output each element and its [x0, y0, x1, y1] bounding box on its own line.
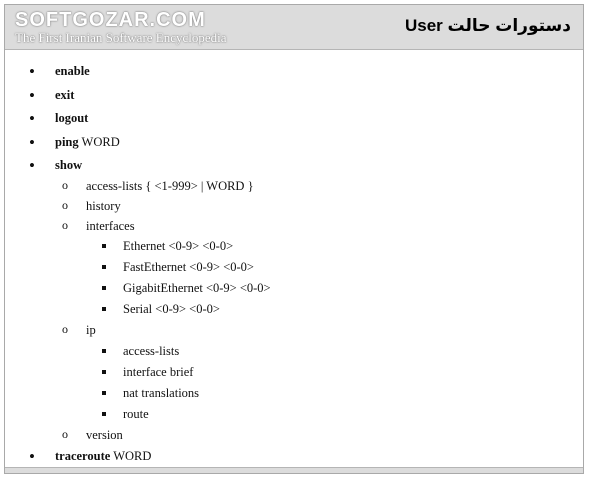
interface-fastethernet: FastEthernet <0-9> <0-0>	[123, 260, 254, 275]
ip-interface-brief: interface brief	[123, 364, 194, 379]
list-item-interface: FastEthernet <0-9> <0-0>	[86, 257, 565, 278]
traceroute-argument: WORD	[110, 448, 152, 463]
interface-gigabitethernet: GigabitEthernet <0-9> <0-0>	[123, 281, 271, 296]
command-ping: ping	[55, 134, 79, 149]
watermark-tagline: The First Iranian Software Encyclopedia	[15, 30, 227, 45]
list-item-logout: logout	[5, 107, 565, 131]
list-item-interface: GigabitEthernet <0-9> <0-0>	[86, 278, 565, 299]
ping-argument: WORD	[78, 134, 120, 149]
footer-bar	[5, 467, 583, 473]
header-bar: SOFTGOZAR.COM The First Iranian Software…	[5, 5, 583, 50]
command-enable: enable	[55, 64, 90, 78]
show-access-lists: access-lists { <1-999> | WORD }	[86, 178, 254, 193]
show-ip: ip	[86, 323, 96, 338]
list-item-ip-sub: route	[86, 404, 565, 425]
document-frame: SOFTGOZAR.COM The First Iranian Software…	[4, 4, 584, 474]
show-subcommand-list: access-lists { <1-999> | WORD } history …	[55, 174, 565, 445]
ip-route: route	[123, 406, 149, 421]
softgozar-watermark-logo: SOFTGOZAR.COM The First Iranian Software…	[15, 10, 227, 44]
list-item-ip-sub: nat translations	[86, 383, 565, 404]
list-item-version: version	[55, 424, 565, 445]
list-item-interfaces: interfaces Ethernet <0-9> <0-0> FastEthe…	[55, 215, 565, 320]
interface-serial: Serial <0-9> <0-0>	[123, 302, 220, 317]
list-item-enable: enable	[5, 60, 565, 84]
show-interfaces: interfaces	[86, 219, 135, 234]
command-traceroute: traceroute	[55, 448, 111, 463]
list-item-exit: exit	[5, 84, 565, 108]
watermark-brand: SOFTGOZAR.COM	[15, 9, 206, 31]
list-item-history: history	[55, 195, 565, 216]
command-show: show	[55, 158, 83, 172]
list-item-access-lists: access-lists { <1-999> | WORD }	[55, 174, 565, 196]
list-item-show: show access-lists { <1-999> | WORD } his…	[5, 154, 565, 445]
list-item-ping: ping WORD	[5, 131, 565, 155]
interface-ethernet: Ethernet <0-9> <0-0>	[123, 239, 234, 254]
command-logout: logout	[55, 111, 89, 125]
ip-nat-translations: nat translations	[123, 385, 200, 400]
list-item-interface: Ethernet <0-9> <0-0>	[86, 236, 565, 257]
page-title: دستورات حالت User	[404, 16, 571, 35]
command-exit: exit	[55, 87, 75, 102]
show-version: version	[86, 427, 123, 442]
list-item-interface: Serial <0-9> <0-0>	[86, 299, 565, 320]
list-item-ip-sub: access-lists	[86, 341, 565, 362]
command-list: enable exit logout ping WORD show access…	[5, 60, 565, 468]
interfaces-list: Ethernet <0-9> <0-0> FastEthernet <0-9> …	[86, 236, 565, 320]
show-history: history	[86, 198, 121, 213]
list-item-traceroute: traceroute WORD	[5, 445, 565, 469]
ip-list: access-lists interface brief nat transla…	[86, 341, 565, 425]
ip-access-lists: access-lists	[123, 343, 180, 358]
list-item-ip: ip access-lists interface brief nat tran…	[55, 319, 565, 425]
list-item-ip-sub: interface brief	[86, 362, 565, 383]
